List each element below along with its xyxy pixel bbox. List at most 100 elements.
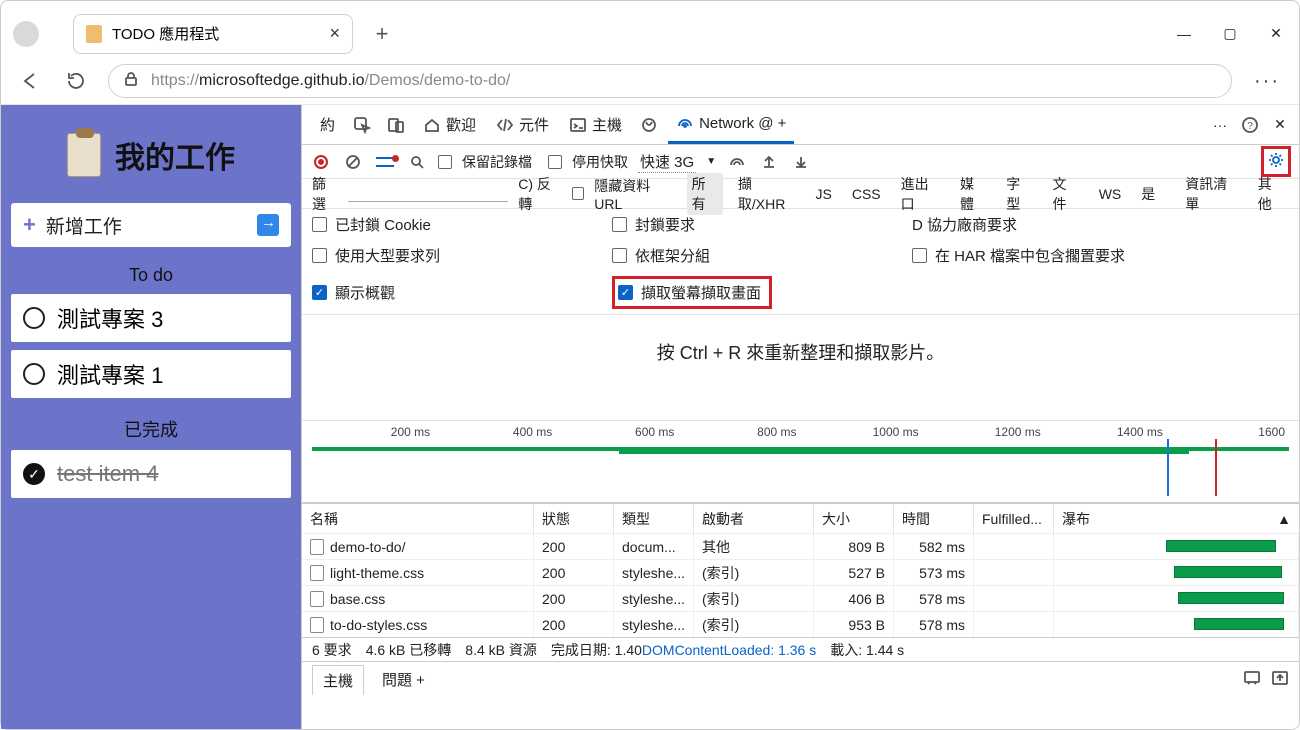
table-row[interactable]: to-do-styles.css200styleshe...(索引)953 B5… [302,611,1299,637]
svg-text:?: ? [1247,121,1253,132]
capture-screenshots-checkbox[interactable] [618,285,633,300]
tab-elements[interactable]: 元件 [488,105,557,144]
task-item[interactable]: 測試專案 3 [11,294,291,342]
profile-avatar[interactable] [13,21,39,47]
tab-title: TODO 應用程式 [112,23,219,44]
tab-network[interactable]: Network @ + [668,105,794,144]
network-filter-row: 篩選 C) 反轉 隱藏資料 URL 所有 擷取/XHR JS CSS 進出口 媒… [302,179,1299,209]
back-button[interactable] [16,67,44,95]
upload-icon[interactable] [758,151,780,173]
section-todo-label: To do [11,265,291,286]
toolbar-row: https://microsoftedge.github.io/Demos/de… [1,58,1299,104]
app-title: 我的工作 [115,133,235,177]
filter-label: 篩選 [312,174,338,214]
type-ws[interactable]: WS [1094,185,1127,203]
add-task-input[interactable]: + 新增工作 [11,203,291,247]
filter-button[interactable] [374,151,396,173]
task-item-done[interactable]: test item 4 [11,450,291,498]
tab-welcome[interactable]: 歡迎 [415,105,484,144]
file-icon [310,539,324,555]
network-status-bar: 6 要求 4.6 kB 已移轉 8.4 kB 資源 完成日期: 1.40DOMC… [302,637,1299,661]
load-marker [1215,439,1217,496]
section-done-label: 已完成 [11,416,291,442]
submit-icon[interactable] [257,214,279,236]
refresh-button[interactable] [62,67,90,95]
group-by-frame-checkbox[interactable] [612,248,627,263]
task-label: test item 4 [57,461,158,487]
close-window-button[interactable]: ✕ [1253,11,1299,57]
network-conditions-icon[interactable] [726,151,748,173]
task-item[interactable]: 測試專案 1 [11,350,291,398]
drawer-tab-issues[interactable]: 問題 + [372,665,435,694]
network-table: 名稱 狀態 類型 啟動者 大小 時間 Fulfilled... 瀑布▲ demo… [302,503,1299,637]
browser-menu-button[interactable]: ··· [1250,70,1284,93]
drawer-tab-console[interactable]: 主機 [312,665,364,695]
task-label: 測試專案 3 [57,302,163,334]
favicon-icon [86,25,102,43]
reload-hint: 按 Ctrl + R 來重新整理和擷取影片。 [302,315,1299,421]
throttling-select[interactable]: 快速 3G [638,151,696,173]
minimize-button[interactable]: — [1161,11,1207,57]
chevron-down-icon[interactable]: ▼ [706,156,716,167]
help-icon[interactable]: ? [1237,112,1263,138]
blocked-cookies-checkbox[interactable] [312,217,327,232]
address-bar[interactable]: https://microsoftedge.github.io/Demos/de… [108,64,1232,98]
new-tab-button[interactable]: + [369,21,395,47]
filter-input[interactable] [348,185,508,202]
search-icon[interactable] [406,151,428,173]
maximize-button[interactable]: ▢ [1207,11,1253,57]
timeline-overview[interactable]: 200 ms 400 ms 600 ms 800 ms 1000 ms 1200… [302,421,1299,503]
sort-icon[interactable]: ▲ [1277,511,1291,527]
hide-data-urls-label: 隱藏資料 URL [594,176,676,212]
tab-about[interactable]: 約 [312,105,343,144]
dcl-marker [1167,439,1169,496]
preserve-log-label: 保留記錄檔 [462,152,532,172]
clear-button[interactable] [342,151,364,173]
lock-icon [123,71,139,92]
url-scheme: https:// [151,72,199,89]
disable-cache-checkbox[interactable] [548,155,562,169]
checkbox-icon[interactable] [23,307,45,329]
type-wasm[interactable]: 是 [1136,183,1160,205]
task-label: 測試專案 1 [57,358,163,390]
url-host: microsoftedge.github.io [199,72,364,89]
tab-console[interactable]: 主機 [561,105,630,144]
file-icon [310,591,324,607]
browser-tab[interactable]: TODO 應用程式 × [73,14,353,54]
record-button[interactable] [310,151,332,173]
close-devtools-icon[interactable]: ✕ [1267,112,1293,138]
app-header: 我的工作 [11,115,291,195]
show-overview-checkbox[interactable] [312,285,327,300]
table-header[interactable]: 名稱 狀態 類型 啟動者 大小 時間 Fulfilled... 瀑布▲ [302,503,1299,533]
tab-sources-icon[interactable] [634,105,664,144]
drawer-issues-icon[interactable] [1243,670,1261,690]
checkbox-icon[interactable] [23,363,45,385]
devtools-more-icon[interactable]: ··· [1207,112,1233,138]
table-row[interactable]: light-theme.css200styleshe...(索引)527 B57… [302,559,1299,585]
blocked-requests-checkbox[interactable] [612,217,627,232]
download-icon[interactable] [790,151,812,173]
type-js[interactable]: JS [810,185,836,203]
table-row[interactable]: demo-to-do/200docum...其他809 B582 ms [302,533,1299,559]
hide-data-urls-checkbox[interactable] [572,187,584,200]
disable-cache-label: 停用快取 [572,152,628,172]
invert-label[interactable]: C) 反轉 [518,174,562,214]
device-toggle-icon[interactable] [381,105,411,144]
plus-icon: + [23,212,36,238]
large-rows-checkbox[interactable] [312,248,327,263]
devtools-drawer: 主機 問題 + [302,661,1299,697]
network-toolbar: 保留記錄檔 停用快取 快速 3G ▼ [302,145,1299,179]
drawer-expand-icon[interactable] [1271,670,1289,690]
clipboard-icon [67,133,101,177]
table-row[interactable]: base.css200styleshe...(索引)406 B578 ms [302,585,1299,611]
capture-screenshots-option[interactable]: 擷取螢幕擷取畫面 [612,276,772,309]
network-options: 已封鎖 Cookie 封鎖要求 D 協力廠商要求 使用大型要求列 依框架分組 在… [302,209,1299,315]
inspect-element-icon[interactable] [347,105,377,144]
todo-app-panel: 我的工作 + 新增工作 To do 測試專案 3 測試專案 1 已完成 test… [1,105,301,729]
type-css[interactable]: CSS [847,185,886,203]
devtools-tabs: 約 歡迎 元件 主機 Network @ + ··· ? ✕ [302,105,1299,145]
close-tab-icon[interactable]: × [329,23,340,44]
checkbox-checked-icon[interactable] [23,463,45,485]
har-pending-checkbox[interactable] [912,248,927,263]
preserve-log-checkbox[interactable] [438,155,452,169]
